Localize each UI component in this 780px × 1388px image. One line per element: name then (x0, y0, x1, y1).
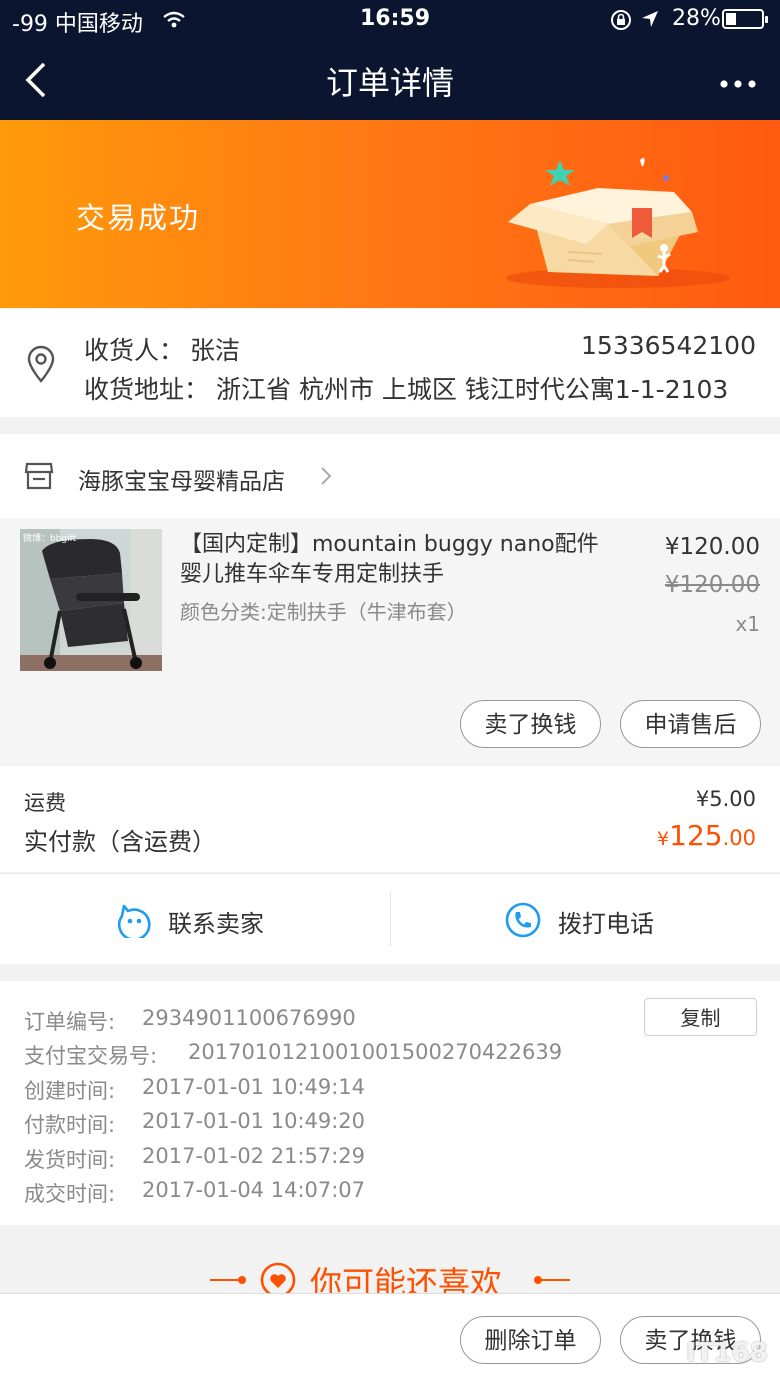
order-item[interactable]: 微博：bbgift 【国内定制】mountain buggy nano配件婴儿推… (0, 518, 780, 766)
location-pin-icon (26, 345, 56, 387)
created-time-value: 2017-01-01 10:49:14 (142, 1075, 366, 1099)
contact-seller-label: 联系卖家 (168, 910, 264, 938)
recommend-header: 你可能还喜欢 (0, 1240, 780, 1302)
paid-total-label: 实付款（含运费） (24, 828, 216, 856)
paid-total-value: ¥125.00 (657, 819, 756, 852)
completed-time-row: 成交时间: 2017-01-04 14:07:07 (24, 1178, 365, 1208)
paid-time-row: 付款时间: 2017-01-01 10:49:20 (24, 1109, 365, 1139)
delete-order-button[interactable]: 删除订单 (460, 1316, 601, 1364)
order-number-value: 2934901100676990 (142, 1006, 356, 1030)
order-status-banner: 交易成功 (0, 120, 780, 308)
paid-decimal: .00 (722, 826, 756, 850)
apply-after-sale-button[interactable]: 申请售后 (620, 700, 761, 748)
copy-order-number-button[interactable]: 复制 (644, 998, 757, 1036)
order-number-label: 订单编号: (24, 1010, 116, 1034)
address-label: 收货地址： (84, 375, 210, 404)
sell-for-cash-button[interactable]: 卖了换钱 (460, 700, 601, 748)
carrier-label: -99 中国移动 (12, 12, 143, 37)
call-phone-label: 拨打电话 (558, 910, 654, 938)
top-bar: -99 中国移动 16:59 28% 订单详情 (0, 0, 780, 120)
receiver-label: 收货人： (84, 336, 185, 365)
product-image[interactable]: 微博：bbgift (20, 529, 162, 671)
paid-integer: 125 (669, 819, 723, 852)
chat-bubble-icon (116, 902, 152, 942)
product-sku: 颜色分类:定制扶手（牛津布套） (180, 600, 467, 624)
shipped-time-row: 发货时间: 2017-01-02 21:57:29 (24, 1144, 365, 1174)
cost-section: 运费 ¥5.00 实付款（含运费） ¥125.00 (0, 766, 780, 872)
bottom-action-bar: 删除订单 卖了换钱 IT168 (0, 1293, 780, 1388)
order-number-row: 订单编号: 2934901100676990 (24, 1006, 356, 1036)
alipay-trade-number-row: 支付宝交易号: 2017010121001001500270422639 (24, 1040, 562, 1070)
completed-time-value: 2017-01-04 14:07:07 (142, 1178, 366, 1202)
order-status-text: 交易成功 (76, 201, 201, 235)
completed-time-label: 成交时间: (24, 1182, 116, 1206)
alipay-trade-number-value: 2017010121001001500270422639 (188, 1040, 563, 1064)
more-dots-icon[interactable] (718, 74, 758, 93)
wifi-icon (162, 10, 186, 34)
contact-seller-button[interactable]: 联系卖家 (0, 874, 390, 964)
left-decoration-dot (238, 1276, 246, 1284)
receiver-phone: 15336542100 (581, 331, 756, 360)
chevron-right-icon (320, 466, 332, 490)
product-title[interactable]: 【国内定制】mountain buggy nano配件婴儿推车伞车专用定制扶手 (180, 530, 610, 590)
receiver-name: 张洁 (190, 336, 241, 365)
store-row[interactable]: 海豚宝宝母婴精品店 (0, 434, 780, 518)
phone-icon (505, 902, 541, 942)
alipay-trade-number-label: 支付宝交易号: (24, 1044, 158, 1068)
contact-bar: 联系卖家 拨打电话 (0, 873, 780, 964)
shipping-value: ¥5.00 (695, 787, 756, 811)
battery-icon (722, 9, 768, 29)
right-decoration-line (538, 1279, 570, 1281)
paid-currency: ¥ (657, 828, 670, 850)
gift-box-illustration-icon (498, 152, 738, 306)
shipping-address-section[interactable]: 收货人： 张洁 15336542100 收货地址： 浙江省 杭州市 上城区 钱江… (0, 309, 780, 417)
call-phone-button[interactable]: 拨打电话 (391, 874, 780, 964)
paid-time-label: 付款时间: (24, 1113, 116, 1137)
created-time-label: 创建时间: (24, 1079, 116, 1103)
image-watermark: 微博：bbgift (23, 534, 77, 544)
store-name[interactable]: 海豚宝宝母婴精品店 (78, 462, 285, 496)
page-title: 订单详情 (325, 64, 454, 102)
product-original-price: ¥120.00 (664, 572, 760, 598)
created-time-row: 创建时间: 2017-01-01 10:49:14 (24, 1075, 365, 1105)
shipping-label: 运费 (24, 791, 66, 815)
rotation-lock-icon (610, 9, 632, 35)
site-watermark: IT168 (686, 1338, 768, 1368)
shipped-time-value: 2017-01-02 21:57:29 (142, 1144, 366, 1168)
paid-time-value: 2017-01-01 10:49:20 (142, 1109, 366, 1133)
location-arrow-icon (640, 9, 660, 33)
address-text: 浙江省 杭州市 上城区 钱江时代公寓1-1-2103 (216, 375, 729, 404)
product-price: ¥120.00 (664, 534, 760, 560)
order-info-section: 复制 订单编号: 2934901100676990 支付宝交易号: 201701… (0, 981, 780, 1225)
clock: 16:59 (360, 6, 431, 31)
shipped-time-label: 发货时间: (24, 1148, 116, 1172)
store-icon (24, 462, 54, 494)
product-quantity: x1 (735, 612, 760, 636)
battery-percent: 28% (672, 6, 721, 31)
